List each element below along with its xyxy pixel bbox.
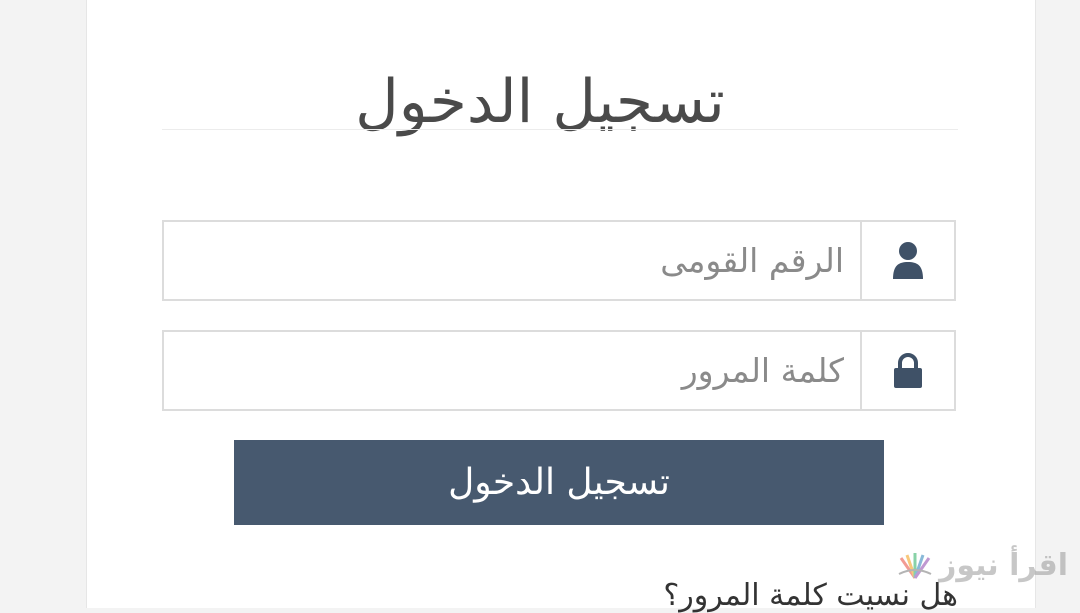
login-button[interactable]: تسجيل الدخول bbox=[234, 440, 884, 525]
national-id-field bbox=[162, 220, 956, 301]
book-icon bbox=[898, 552, 932, 579]
watermark-logo: اقرأ نيوز bbox=[895, 548, 1068, 583]
page-title: تسجيل الدخول bbox=[355, 67, 725, 138]
title-divider bbox=[162, 129, 958, 130]
user-icon bbox=[860, 222, 954, 299]
national-id-input[interactable] bbox=[164, 222, 860, 299]
lock-icon bbox=[860, 332, 954, 409]
watermark-text: اقرأ نيوز bbox=[939, 548, 1068, 583]
password-input[interactable] bbox=[164, 332, 860, 409]
password-field bbox=[162, 330, 956, 411]
